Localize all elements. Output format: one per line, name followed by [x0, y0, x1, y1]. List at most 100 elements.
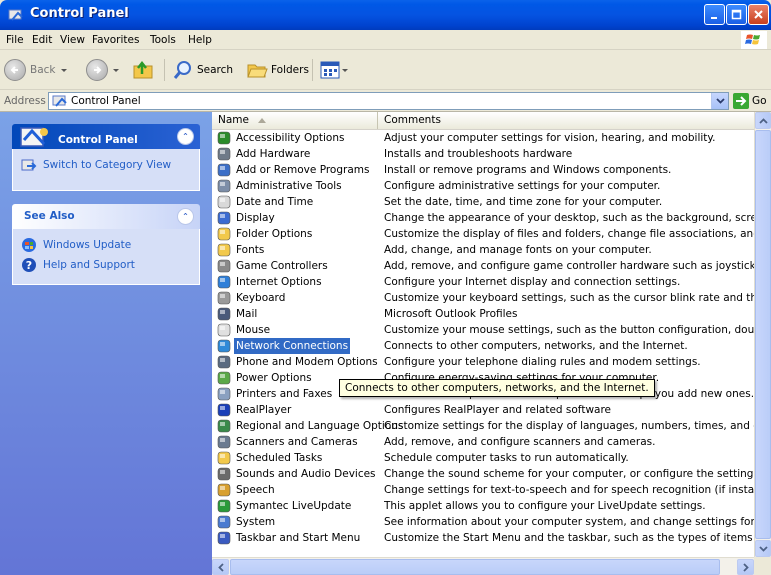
item-name-cell[interactable]: Scanners and Cameras: [216, 434, 360, 450]
back-arrow-icon: [4, 59, 26, 81]
menu-tools[interactable]: Tools: [150, 34, 176, 46]
item-comment: Configure administrative settings for yo…: [384, 180, 661, 192]
forward-dropdown-icon[interactable]: [113, 68, 119, 72]
menu-favorites[interactable]: Favorites: [92, 34, 139, 46]
horizontal-scrollbar[interactable]: [212, 557, 754, 575]
list-item[interactable]: Date and Time Set the date, time, and tim…: [212, 194, 754, 210]
minimize-button[interactable]: [704, 4, 725, 25]
menu-view[interactable]: View: [60, 34, 85, 46]
help-support-link[interactable]: ? Help and Support: [21, 255, 191, 275]
item-name-cell[interactable]: Fonts: [216, 242, 266, 258]
item-name-cell[interactable]: Administrative Tools: [216, 178, 344, 194]
item-name-cell[interactable]: Scheduled Tasks: [216, 450, 324, 466]
list-item[interactable]: RealPlayer Configures RealPlayer and rela…: [212, 402, 754, 418]
list-item[interactable]: Fonts Add, change, and manage fonts on yo…: [212, 242, 754, 258]
comments-column-header[interactable]: Comments: [378, 112, 754, 129]
list-item[interactable]: Add or Remove Programs Install or remove …: [212, 162, 754, 178]
list-item[interactable]: Game Controllers Add, remove, and configu…: [212, 258, 754, 274]
item-name-cell[interactable]: Sounds and Audio Devices: [216, 466, 378, 482]
list-item[interactable]: Taskbar and Start Menu Customize the Star…: [212, 530, 754, 546]
list-item[interactable]: Scanners and Cameras Add, remove, and con…: [212, 434, 754, 450]
views-dropdown-icon[interactable]: [342, 68, 348, 72]
title-bar[interactable]: Control Panel: [0, 0, 771, 30]
menu-bar: File Edit View Favorites Tools Help: [0, 30, 771, 50]
list-item[interactable]: Sounds and Audio Devices Change the sound…: [212, 466, 754, 482]
list-item[interactable]: Mouse Customize your mouse settings, such…: [212, 322, 754, 338]
item-name-cell[interactable]: Symantec LiveUpdate: [216, 498, 353, 514]
item-name-cell[interactable]: Date and Time: [216, 194, 315, 210]
list-item[interactable]: Scheduled Tasks Schedule computer tasks t…: [212, 450, 754, 466]
forward-button[interactable]: [86, 58, 119, 82]
see-also-header[interactable]: See Also ⌃: [12, 204, 200, 229]
list-item[interactable]: Display Change the appearance of your des…: [212, 210, 754, 226]
item-name-cell[interactable]: Speech: [216, 482, 277, 498]
go-button[interactable]: Go: [733, 93, 767, 109]
menu-edit[interactable]: Edit: [32, 34, 52, 46]
list-item[interactable]: Accessibility Options Adjust your compute…: [212, 130, 754, 146]
item-name-cell[interactable]: Regional and Language Options: [216, 418, 405, 434]
item-name-cell[interactable]: Taskbar and Start Menu: [216, 530, 362, 546]
item-name: RealPlayer: [236, 404, 292, 416]
item-comment: Add, change, and manage fonts on your co…: [384, 244, 652, 256]
views-button[interactable]: [320, 58, 348, 82]
regional-language-icon: [217, 419, 231, 433]
accessibility-icon: [217, 131, 231, 145]
list-item[interactable]: Internet Options Configure your Internet …: [212, 274, 754, 290]
scroll-down-button[interactable]: [755, 540, 771, 557]
list-item[interactable]: Phone and Modem Options Configure your te…: [212, 354, 754, 370]
switch-category-view-link[interactable]: Switch to Category View: [21, 155, 191, 175]
scroll-up-button[interactable]: [755, 112, 771, 129]
item-name-cell[interactable]: RealPlayer: [216, 402, 293, 418]
item-name-cell[interactable]: Game Controllers: [216, 258, 330, 274]
item-name-cell[interactable]: Add or Remove Programs: [216, 162, 371, 178]
list-item[interactable]: Network Connections Connects to other com…: [212, 338, 754, 354]
vertical-scroll-thumb[interactable]: [755, 130, 771, 539]
folders-button[interactable]: Folders: [246, 58, 309, 82]
search-button[interactable]: Search: [172, 58, 233, 82]
power-options-icon: [217, 371, 231, 385]
horizontal-scroll-thumb[interactable]: [230, 559, 720, 575]
forward-arrow-icon: [86, 59, 108, 81]
close-button[interactable]: [748, 4, 769, 25]
item-name-cell[interactable]: Keyboard: [216, 290, 287, 306]
list-item[interactable]: Regional and Language Options Customize s…: [212, 418, 754, 434]
item-name-cell[interactable]: Display: [216, 210, 277, 226]
scroll-left-button[interactable]: [212, 559, 229, 575]
up-folder-button[interactable]: [132, 58, 156, 82]
item-name-cell[interactable]: Mouse: [216, 322, 272, 338]
windows-update-link[interactable]: Windows Update: [21, 235, 191, 255]
name-column-header[interactable]: Name: [212, 112, 378, 129]
list-item[interactable]: Mail Microsoft Outlook Profiles: [212, 306, 754, 322]
collapse-chevron-icon[interactable]: ⌃: [177, 128, 194, 145]
scroll-right-button[interactable]: [737, 559, 754, 575]
item-name-cell[interactable]: Power Options: [216, 370, 314, 386]
control-panel-section-header[interactable]: Control Panel ⌃: [12, 124, 200, 149]
item-name-cell[interactable]: Add Hardware: [216, 146, 312, 162]
item-name-cell[interactable]: Mail: [216, 306, 259, 322]
menu-help[interactable]: Help: [188, 34, 212, 46]
back-button[interactable]: Back: [4, 58, 67, 82]
item-name-cell[interactable]: Network Connections: [216, 338, 351, 354]
close-icon: [754, 10, 763, 19]
list-item[interactable]: Symantec LiveUpdate This applet allows yo…: [212, 498, 754, 514]
resize-grip[interactable]: [754, 557, 771, 575]
item-name-cell[interactable]: Accessibility Options: [216, 130, 346, 146]
collapse-chevron-icon[interactable]: ⌃: [177, 208, 194, 225]
list-item[interactable]: Keyboard Customize your keyboard settings…: [212, 290, 754, 306]
list-item[interactable]: Add Hardware Installs and troubleshoots h…: [212, 146, 754, 162]
maximize-button[interactable]: [726, 4, 747, 25]
list-item[interactable]: System See information about your compute…: [212, 514, 754, 530]
list-item[interactable]: Folder Options Customize the display of f…: [212, 226, 754, 242]
item-name-cell[interactable]: System: [216, 514, 277, 530]
item-name-cell[interactable]: Internet Options: [216, 274, 324, 290]
item-name-cell[interactable]: Printers and Faxes: [216, 386, 334, 402]
item-name-cell[interactable]: Folder Options: [216, 226, 314, 242]
address-dropdown-button[interactable]: [711, 93, 728, 109]
address-input[interactable]: Control Panel: [48, 92, 729, 110]
list-item[interactable]: Speech Change settings for text-to-speech…: [212, 482, 754, 498]
vertical-scrollbar[interactable]: [754, 112, 771, 557]
item-name-cell[interactable]: Phone and Modem Options: [216, 354, 380, 370]
list-item[interactable]: Administrative Tools Configure administra…: [212, 178, 754, 194]
menu-file[interactable]: File: [6, 34, 24, 46]
back-dropdown-icon[interactable]: [60, 68, 67, 72]
